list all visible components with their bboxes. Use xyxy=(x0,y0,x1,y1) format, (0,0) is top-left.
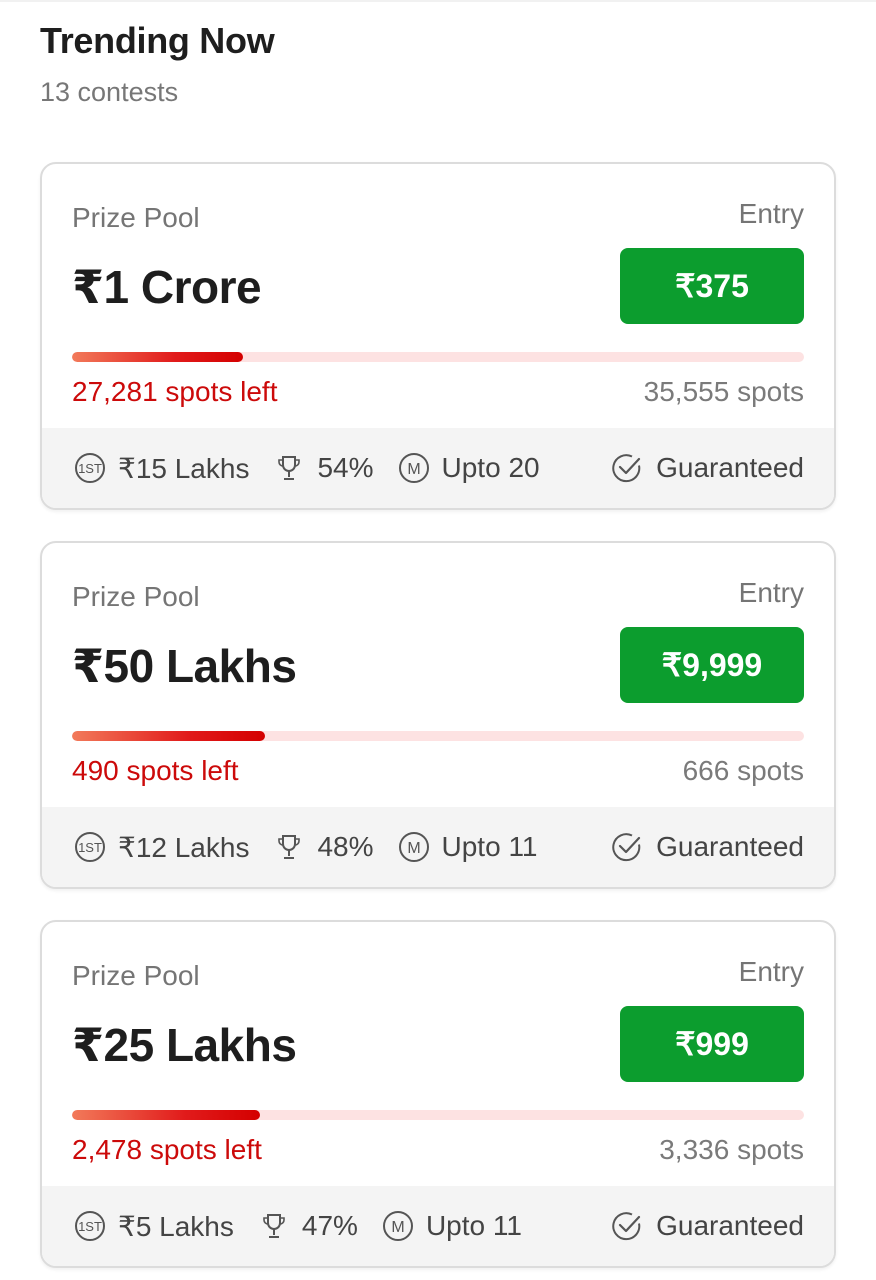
total-spots: 666 spots xyxy=(682,755,804,786)
svg-text:M: M xyxy=(407,461,420,478)
contest-count: 13 contests xyxy=(40,77,179,107)
multi-entry-icon: M xyxy=(382,1210,414,1242)
guaranteed-badge[interactable]: Guaranteed xyxy=(610,830,804,864)
check-circle-icon xyxy=(610,1209,644,1243)
svg-text:1ST: 1ST xyxy=(78,840,102,855)
spots-progress-fill xyxy=(72,731,266,741)
svg-text:1ST: 1ST xyxy=(78,461,102,476)
first-prize[interactable]: 1ST ₹15 Lakhs xyxy=(74,452,249,485)
spots-progress-fill xyxy=(72,1110,261,1120)
multi-entry-limit: Upto 20 xyxy=(441,452,540,483)
guaranteed-label: Guaranteed xyxy=(656,831,804,862)
entry-fee-button[interactable]: ₹375 xyxy=(620,248,804,324)
multi-entry-limit: Upto 11 xyxy=(441,831,538,862)
section-header: Trending Now 13 contests xyxy=(0,2,876,162)
entry-label: Entry xyxy=(738,198,804,229)
entry-fee-button[interactable]: ₹9,999 xyxy=(620,627,804,703)
prize-pool-amount: ₹1 Crore xyxy=(72,261,262,313)
section-title: Trending Now xyxy=(40,20,275,61)
spots-progress-bar xyxy=(72,352,804,362)
trophy-icon xyxy=(258,1210,290,1242)
spots-left: 490 spots left xyxy=(72,755,239,786)
first-prize-amount: ₹15 Lakhs xyxy=(118,452,250,484)
first-place-icon: 1ST xyxy=(74,831,106,863)
win-percent-value: 48% xyxy=(317,831,374,862)
contest-list: Prize Pool ₹1 Crore Entry ₹375 27,281 sp… xyxy=(0,162,876,1268)
trophy-icon xyxy=(273,831,305,863)
contest-card[interactable]: Prize Pool ₹1 Crore Entry ₹375 27,281 sp… xyxy=(40,162,836,510)
svg-text:M: M xyxy=(391,1219,404,1236)
contest-details-bar: 1ST ₹12 Lakhs 48% M Upto 11 Guaranteed xyxy=(42,807,834,887)
win-percentage[interactable]: 54% xyxy=(273,452,374,484)
spots-progress-bar xyxy=(72,1110,804,1120)
spots-progress-bar xyxy=(72,731,804,741)
contest-card[interactable]: Prize Pool ₹50 Lakhs Entry ₹9,999 490 sp… xyxy=(40,541,836,889)
check-circle-icon xyxy=(610,830,644,864)
multi-entry[interactable]: M Upto 11 xyxy=(398,831,538,863)
prize-pool-label: Prize Pool xyxy=(72,202,200,233)
entry-label: Entry xyxy=(738,577,804,608)
guaranteed-badge[interactable]: Guaranteed xyxy=(610,451,804,485)
first-prize[interactable]: 1ST ₹5 Lakhs xyxy=(74,1210,234,1243)
first-place-icon: 1ST xyxy=(74,452,106,484)
multi-entry[interactable]: M Upto 11 xyxy=(382,1210,522,1242)
spots-progress-fill xyxy=(72,352,243,362)
first-prize-amount: ₹12 Lakhs xyxy=(118,831,250,863)
first-prize-amount: ₹5 Lakhs xyxy=(118,1210,234,1242)
total-spots: 3,336 spots xyxy=(659,1134,804,1165)
guaranteed-label: Guaranteed xyxy=(656,452,804,483)
multi-entry-icon: M xyxy=(398,831,430,863)
multi-entry-icon: M xyxy=(398,452,430,484)
svg-text:M: M xyxy=(407,840,420,857)
prize-pool-label: Prize Pool xyxy=(72,960,200,991)
win-percentage[interactable]: 48% xyxy=(273,831,374,863)
entry-label: Entry xyxy=(738,956,804,987)
guaranteed-badge[interactable]: Guaranteed xyxy=(610,1209,804,1243)
multi-entry[interactable]: M Upto 20 xyxy=(398,452,540,484)
contest-card[interactable]: Prize Pool ₹25 Lakhs Entry ₹999 2,478 sp… xyxy=(40,920,836,1268)
contest-details-bar: 1ST ₹15 Lakhs 54% M Upto 20 Guaranteed xyxy=(42,428,834,508)
contest-details-bar: 1ST ₹5 Lakhs 47% M Upto 11 Guaranteed xyxy=(42,1186,834,1266)
svg-text:1ST: 1ST xyxy=(78,1219,102,1234)
prize-pool-amount: ₹50 Lakhs xyxy=(72,640,297,692)
prize-pool-label: Prize Pool xyxy=(72,581,200,612)
win-percent-value: 47% xyxy=(301,1210,358,1241)
total-spots: 35,555 spots xyxy=(643,376,804,407)
first-place-icon: 1ST xyxy=(74,1210,106,1242)
entry-fee-button[interactable]: ₹999 xyxy=(620,1006,804,1082)
win-percent-value: 54% xyxy=(317,452,374,483)
win-percentage[interactable]: 47% xyxy=(258,1210,358,1242)
spots-left: 2,478 spots left xyxy=(72,1134,262,1165)
first-prize[interactable]: 1ST ₹12 Lakhs xyxy=(74,831,249,864)
multi-entry-limit: Upto 11 xyxy=(425,1210,522,1241)
spots-left: 27,281 spots left xyxy=(72,376,278,407)
prize-pool-amount: ₹25 Lakhs xyxy=(72,1019,297,1071)
check-circle-icon xyxy=(610,451,644,485)
guaranteed-label: Guaranteed xyxy=(656,1210,804,1241)
trophy-icon xyxy=(273,452,305,484)
